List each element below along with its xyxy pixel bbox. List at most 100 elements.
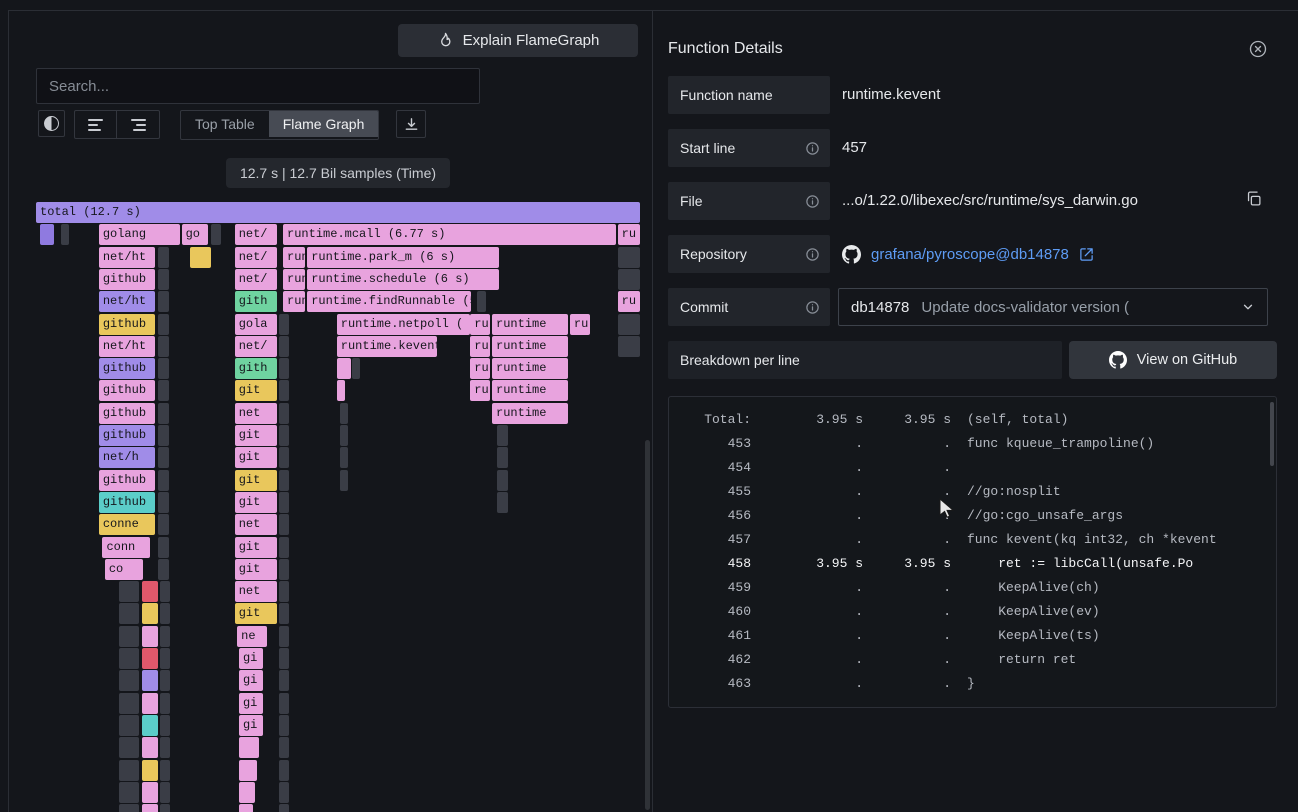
flame-block[interactable]: ru [618,224,640,245]
flame-block[interactable] [119,603,140,624]
flame-block[interactable]: runtime [492,336,568,357]
flame-block[interactable]: net [235,514,277,535]
flame-block[interactable]: runtime [492,380,568,401]
tab-top-table[interactable]: Top Table [181,111,269,137]
flame-block[interactable] [158,380,169,401]
download-button[interactable] [396,110,426,138]
flame-block[interactable]: net/ [235,336,277,357]
flame-block[interactable]: runtime [492,358,568,379]
flame-block[interactable]: net/ht [99,247,155,268]
flame-block[interactable] [279,581,289,602]
flamegraph-scrollbar[interactable] [645,440,650,810]
flame-block[interactable]: total (12.7 s) [36,202,640,223]
flame-block[interactable] [158,247,169,268]
info-icon[interactable] [805,247,820,262]
flame-block[interactable]: ru [618,291,640,312]
flame-block[interactable] [142,670,158,691]
flame-block[interactable]: net/ht [99,291,155,312]
flame-block[interactable]: github [99,492,155,513]
flame-block[interactable] [618,314,640,335]
flame-block[interactable]: run [283,291,305,312]
flame-block[interactable]: ru [470,380,490,401]
flame-block[interactable] [160,760,170,781]
flame-block[interactable] [119,804,140,812]
flame-block[interactable]: gi [239,693,263,714]
flame-block[interactable] [160,603,170,624]
flame-block[interactable] [40,224,54,245]
flame-block[interactable] [160,782,170,803]
flame-block[interactable] [119,670,140,691]
flame-block[interactable]: ru [470,336,490,357]
flame-block[interactable] [142,737,158,758]
flame-block[interactable] [119,715,140,736]
flame-block[interactable] [142,603,158,624]
flame-block[interactable] [337,380,345,401]
flame-block[interactable] [158,514,169,535]
flame-block[interactable]: git [235,492,277,513]
flame-block[interactable]: ne [237,626,267,647]
flame-block[interactable] [618,269,640,290]
flame-block[interactable]: runtime.netpoll ( [337,314,470,335]
flame-block[interactable]: gi [239,648,263,669]
flame-block[interactable] [160,648,170,669]
flame-block[interactable] [160,693,170,714]
flame-block[interactable]: golang [99,224,180,245]
repository-link[interactable]: grafana/pyroscope@db14878 [871,246,1069,263]
flame-block[interactable] [279,737,289,758]
flame-block[interactable] [119,626,140,647]
flame-block[interactable] [190,247,211,268]
flame-block[interactable] [160,670,170,691]
info-icon[interactable] [805,300,820,315]
flame-block[interactable] [279,782,289,803]
flame-block[interactable] [160,626,170,647]
flame-block[interactable] [279,715,289,736]
flame-block[interactable] [279,336,289,357]
flame-block[interactable]: net [235,581,277,602]
flame-block[interactable] [279,648,289,669]
flame-block[interactable] [279,314,289,335]
flame-block[interactable] [158,492,169,513]
info-icon[interactable] [805,141,820,156]
flame-block[interactable]: github [99,403,155,424]
flame-block[interactable] [279,559,289,580]
flame-block[interactable] [119,782,140,803]
flame-block[interactable] [142,581,158,602]
flame-block[interactable]: gi [239,715,263,736]
flame-block[interactable] [497,470,508,491]
flame-block[interactable] [279,425,289,446]
flame-block[interactable]: net/ [235,224,277,245]
flame-block[interactable]: net/ht [99,336,155,357]
flame-block[interactable] [279,514,289,535]
flame-block[interactable] [279,380,289,401]
info-icon[interactable] [805,194,820,209]
flame-block[interactable] [279,626,289,647]
flame-block[interactable]: runtime.schedule (6 s) [307,269,499,290]
flame-block[interactable]: runtime.kevent (3 [337,336,437,357]
flame-block[interactable] [160,581,170,602]
flame-block[interactable] [340,470,347,491]
flame-block[interactable]: runtime [492,314,568,335]
flame-block[interactable] [158,447,169,468]
flame-block[interactable] [158,336,169,357]
flame-block[interactable] [160,715,170,736]
flame-block[interactable] [239,737,260,758]
flame-block[interactable] [158,358,169,379]
flame-block[interactable]: github [99,470,155,491]
flame-block[interactable]: gith [235,358,277,379]
flame-block[interactable]: net/h [99,447,155,468]
copy-file-button[interactable] [1245,190,1262,207]
flame-block[interactable] [279,470,289,491]
flame-block[interactable]: git [235,380,277,401]
flame-block[interactable] [160,737,170,758]
flame-block[interactable] [158,269,169,290]
flame-block[interactable]: net/ [235,269,277,290]
flame-block[interactable] [279,670,289,691]
explain-flamegraph-button[interactable]: Explain FlameGraph [398,24,638,57]
flame-block[interactable]: git [235,470,277,491]
flame-block[interactable]: github [99,358,155,379]
flame-block[interactable]: ru [470,358,490,379]
flame-block[interactable]: git [235,425,277,446]
flame-block[interactable] [119,581,140,602]
flame-block[interactable]: gith [235,291,277,312]
flame-block[interactable] [279,537,289,558]
